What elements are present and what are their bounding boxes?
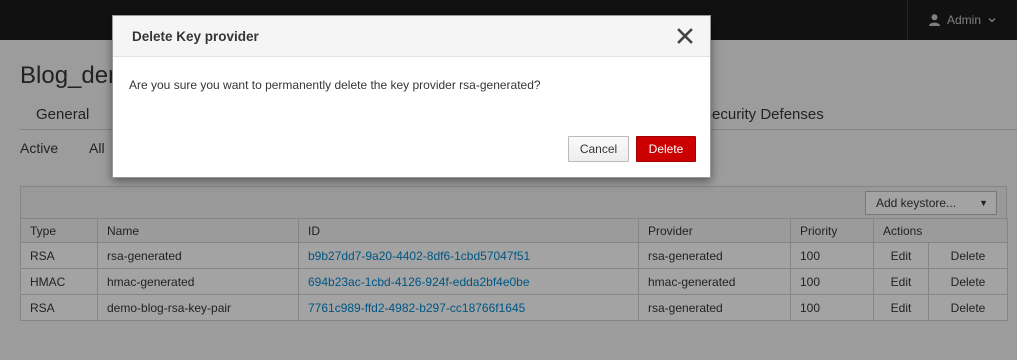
- modal-message: Are you sure you want to permanently del…: [129, 78, 541, 92]
- modal-header: Delete Key provider: [113, 16, 710, 57]
- delete-key-provider-dialog: Delete Key provider Are you sure you wan…: [112, 15, 711, 178]
- cancel-button[interactable]: Cancel: [568, 136, 629, 162]
- modal-title: Delete Key provider: [132, 29, 259, 44]
- confirm-delete-button[interactable]: Delete: [636, 136, 696, 162]
- close-icon[interactable]: [676, 27, 694, 45]
